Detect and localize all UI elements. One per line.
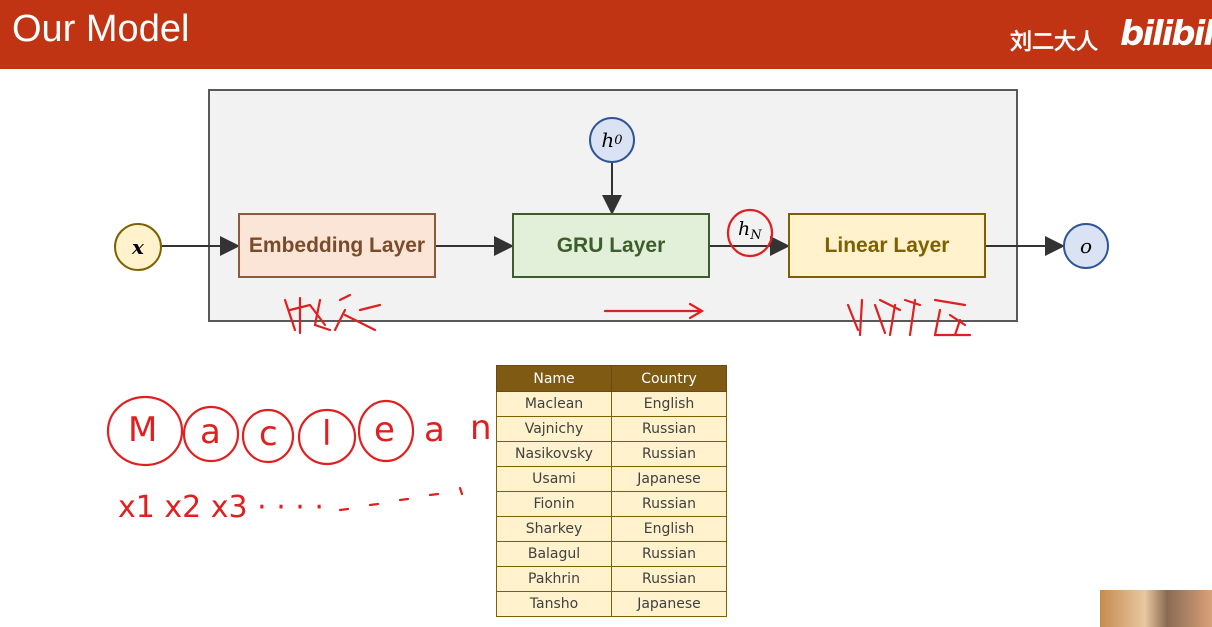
output-o-node: o <box>1063 223 1109 269</box>
h0-node: h0 <box>589 117 635 163</box>
table-row: Pakhrin Russian <box>496 566 727 592</box>
cell-name: Tansho <box>496 591 612 617</box>
cell-name: Maclean <box>496 391 612 417</box>
gru-layer-block: GRU Layer <box>512 213 710 278</box>
cell-name: Vajnichy <box>496 416 612 442</box>
letter-a2: a <box>424 410 445 450</box>
table-row: Tansho Japanese <box>496 591 727 617</box>
input-x-node: x <box>114 223 162 271</box>
cell-country: Russian <box>611 541 727 567</box>
cell-name: Nasikovsky <box>496 441 612 467</box>
header-country: Country <box>611 365 727 392</box>
embed-scribble <box>283 293 382 335</box>
linear-scribble <box>846 298 972 337</box>
cell-name: Sharkey <box>496 516 612 542</box>
cell-country: Japanese <box>611 591 727 617</box>
sequence-dashes <box>338 486 464 512</box>
sequence-label: x1 x2 x3 · · · · <box>118 490 324 525</box>
table-header-row: Name Country <box>496 365 727 392</box>
hn-subscript: N <box>750 228 762 243</box>
hn-letter: h <box>738 218 751 240</box>
cell-name: Balagul <box>496 541 612 567</box>
cell-country: Russian <box>611 416 727 442</box>
cell-country: English <box>611 516 727 542</box>
letter-M: M <box>128 410 158 450</box>
cell-country: Russian <box>611 566 727 592</box>
table-row: Fionin Russian <box>496 491 727 517</box>
table-row: Vajnichy Russian <box>496 416 727 442</box>
letter-l: l <box>322 414 332 454</box>
header-name: Name <box>496 365 612 392</box>
embedding-layer-block: Embedding Layer <box>238 213 436 278</box>
cell-country: Russian <box>611 491 727 517</box>
letter-e: e <box>374 410 395 450</box>
h0-subscript: 0 <box>614 132 623 148</box>
names-table: Name Country Maclean English Vajnichy Russ… <box>496 365 727 617</box>
cell-name: Usami <box>496 466 612 492</box>
gru-arrow-mark <box>603 302 705 320</box>
linear-layer-block: Linear Layer <box>788 213 986 278</box>
h0-label: h <box>601 128 615 152</box>
webcam-overlay <box>1100 590 1212 627</box>
cell-name: Fionin <box>496 491 612 517</box>
letter-c: c <box>259 414 278 454</box>
cell-name: Pakhrin <box>496 566 612 592</box>
table-row: Nasikovsky Russian <box>496 441 727 467</box>
hn-label: hN <box>738 218 762 243</box>
cell-country: English <box>611 391 727 417</box>
table-row: Usami Japanese <box>496 466 727 492</box>
table-row: Sharkey English <box>496 516 727 542</box>
table-row: Maclean English <box>496 391 727 417</box>
letter-a: a <box>200 412 221 452</box>
table-row: Balagul Russian <box>496 541 727 567</box>
letter-n: n <box>470 408 492 448</box>
cell-country: Japanese <box>611 466 727 492</box>
cell-country: Russian <box>611 441 727 467</box>
